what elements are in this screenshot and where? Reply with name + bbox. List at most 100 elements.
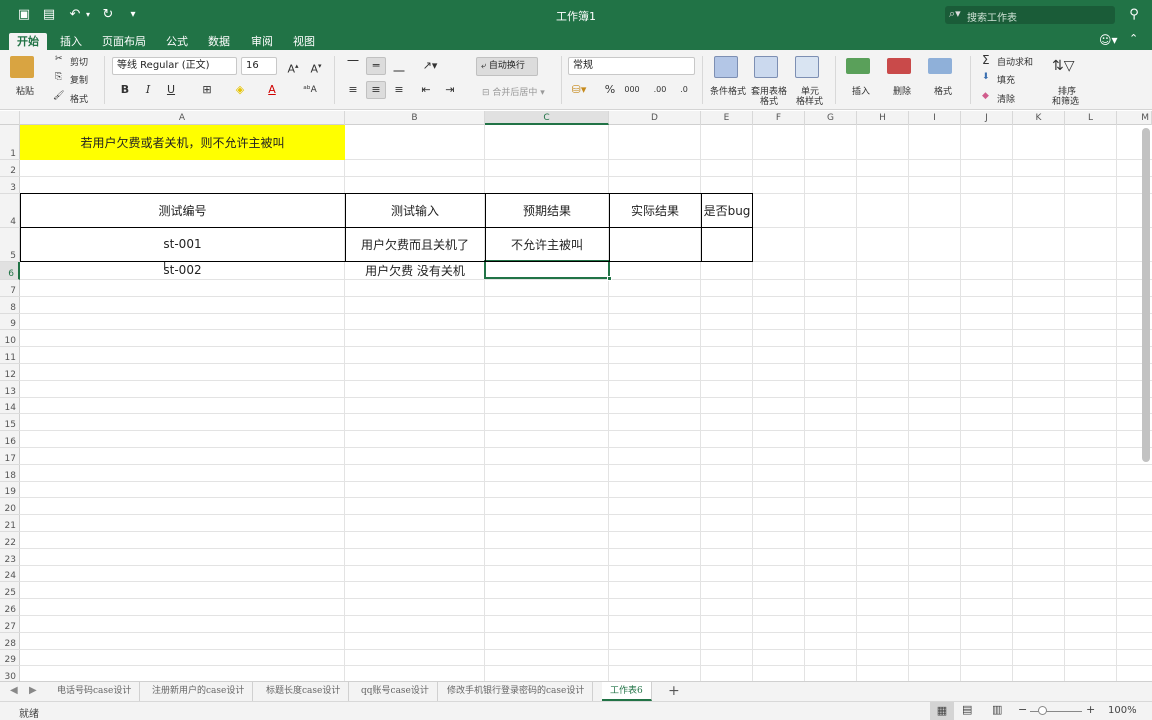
format-painter-icon[interactable]: 🖌 bbox=[53, 91, 64, 101]
collapse-ribbon-icon[interactable]: ⌃ bbox=[1129, 32, 1138, 45]
row-header[interactable]: 28 bbox=[0, 633, 20, 650]
accounting-format-icon[interactable]: ⛁▾ bbox=[569, 81, 589, 99]
row-header[interactable]: 23 bbox=[0, 549, 20, 566]
sort-label-2[interactable]: 和筛选 bbox=[1052, 94, 1079, 107]
italic-button[interactable]: I bbox=[138, 81, 158, 99]
column-header-l[interactable]: L bbox=[1065, 111, 1117, 125]
column-header-h[interactable]: H bbox=[857, 111, 909, 125]
cell-d4[interactable]: 实际结果 bbox=[609, 193, 701, 227]
row-header[interactable]: 7 bbox=[0, 280, 20, 297]
tab-formulas[interactable]: 公式 bbox=[166, 33, 188, 50]
decrease-indent-icon[interactable]: ⇤ bbox=[416, 81, 436, 99]
row-header[interactable]: 1 bbox=[0, 125, 20, 160]
share-user-icon[interactable]: ⚲ bbox=[1126, 7, 1142, 23]
cell-b4[interactable]: 测试输入 bbox=[345, 193, 485, 227]
row-header[interactable]: 6 bbox=[0, 262, 20, 280]
column-header-c[interactable]: C bbox=[485, 111, 609, 125]
tab-data[interactable]: 数据 bbox=[208, 33, 230, 50]
cell-a6[interactable]: st-002 bbox=[20, 261, 345, 279]
cell-b5[interactable]: 用户欠费而且关机了 bbox=[345, 227, 485, 261]
number-format-select[interactable]: 常规 bbox=[568, 57, 695, 75]
row-header[interactable]: 13 bbox=[0, 381, 20, 398]
font-color-icon[interactable]: A bbox=[262, 81, 282, 99]
column-header-a[interactable]: A bbox=[20, 111, 345, 125]
sidebar-toggle-icon[interactable]: ▣ bbox=[16, 7, 32, 23]
column-header-k[interactable]: K bbox=[1013, 111, 1065, 125]
row-header[interactable]: 20 bbox=[0, 498, 20, 516]
search-box[interactable]: ⌕▾ 搜索工作表 bbox=[945, 6, 1115, 24]
select-all-corner[interactable] bbox=[0, 111, 20, 125]
conditional-format-button[interactable]: 条件格式 bbox=[710, 84, 746, 97]
delete-cells-button[interactable]: 删除 bbox=[893, 84, 911, 97]
row-header[interactable]: 29 bbox=[0, 650, 20, 667]
increase-decimal-button[interactable]: .00 bbox=[650, 81, 670, 99]
orientation-icon[interactable]: ↗▾ bbox=[420, 57, 440, 75]
format-cells-button[interactable]: 格式 bbox=[934, 84, 952, 97]
percent-button[interactable]: % bbox=[600, 81, 620, 99]
cell-style-label-2[interactable]: 格样式 bbox=[796, 94, 823, 107]
tab-home[interactable]: 开始 bbox=[9, 33, 47, 50]
cell-b6[interactable]: 用户欠费 没有关机 bbox=[345, 261, 485, 279]
fill-color-icon[interactable]: ◈ bbox=[230, 81, 250, 99]
phonetic-icon[interactable]: ᵃᵇA bbox=[300, 81, 320, 99]
align-left-icon[interactable]: ≡ bbox=[343, 81, 363, 99]
row-header[interactable]: 14 bbox=[0, 398, 20, 415]
row-header[interactable]: 24 bbox=[0, 566, 20, 583]
row-header[interactable]: 15 bbox=[0, 414, 20, 432]
cell-c4[interactable]: 预期结果 bbox=[485, 193, 609, 227]
cell-a1[interactable]: 若用户欠费或者关机，则不允许主被叫 bbox=[20, 125, 345, 160]
cell-e4[interactable]: 是否bug bbox=[701, 193, 753, 227]
selected-cell-c6[interactable] bbox=[484, 260, 610, 279]
bold-button[interactable]: B bbox=[115, 81, 135, 99]
vertical-scrollbar[interactable] bbox=[1142, 128, 1150, 462]
column-header-j[interactable]: J bbox=[961, 111, 1013, 125]
row-header[interactable]: 9 bbox=[0, 314, 20, 331]
format-cells-icon[interactable] bbox=[928, 58, 952, 74]
thousands-button[interactable]: 000 bbox=[622, 81, 642, 99]
font-size-select[interactable]: 16 bbox=[241, 57, 277, 75]
autosum-button[interactable]: 自动求和 bbox=[997, 55, 1033, 68]
sheet-tab-2[interactable]: 注册新用户的case设计 bbox=[144, 682, 254, 701]
redo-icon[interactable]: ↻ bbox=[100, 7, 116, 23]
sheet-tab-5[interactable]: 修改手机银行登录密码的case设计 bbox=[439, 682, 594, 701]
column-header-d[interactable]: D bbox=[609, 111, 701, 125]
next-sheet-icon[interactable]: ▶ bbox=[29, 685, 37, 696]
clear-button[interactable]: 清除 bbox=[997, 92, 1015, 105]
column-header-m[interactable]: M bbox=[1117, 111, 1152, 125]
tab-insert[interactable]: 插入 bbox=[60, 33, 82, 50]
row-header[interactable]: 25 bbox=[0, 582, 20, 600]
row-header[interactable]: 3 bbox=[0, 177, 20, 194]
increase-indent-icon[interactable]: ⇥ bbox=[440, 81, 460, 99]
row-header[interactable]: 11 bbox=[0, 347, 20, 364]
row-header[interactable]: 27 bbox=[0, 616, 20, 633]
column-header-b[interactable]: B bbox=[345, 111, 485, 125]
align-bottom-icon[interactable]: ⎽ bbox=[389, 57, 409, 75]
row-header[interactable]: 26 bbox=[0, 599, 20, 616]
font-name-select[interactable]: 等线 Regular (正文) bbox=[112, 57, 237, 75]
zoom-slider-thumb[interactable] bbox=[1038, 706, 1047, 715]
row-header[interactable]: 19 bbox=[0, 482, 20, 499]
row-header[interactable]: 4 bbox=[0, 194, 20, 228]
tab-review[interactable]: 审阅 bbox=[251, 33, 273, 50]
sort-filter-icon[interactable]: ⇅▽ bbox=[1052, 58, 1075, 74]
align-middle-icon[interactable]: ═ bbox=[366, 57, 386, 75]
save-icon[interactable]: ▤ bbox=[41, 7, 57, 23]
add-sheet-icon[interactable]: + bbox=[668, 683, 680, 699]
row-header[interactable]: 17 bbox=[0, 448, 20, 465]
fill-icon[interactable]: ⬇ bbox=[982, 72, 990, 82]
copy-button[interactable]: 复制 bbox=[70, 73, 88, 86]
format-painter-button[interactable]: 格式 bbox=[70, 92, 88, 105]
sheet-tab-6[interactable]: 工作表6 bbox=[602, 682, 652, 701]
sheet-tab-4[interactable]: qq账号case设计 bbox=[353, 682, 438, 701]
align-top-icon[interactable]: ⎺ bbox=[343, 57, 363, 75]
wrap-text-button[interactable]: ⤶ 自动换行 bbox=[476, 57, 538, 76]
tab-page-layout[interactable]: 页面布局 bbox=[102, 33, 146, 50]
row-header[interactable]: 18 bbox=[0, 465, 20, 482]
row-header[interactable]: 2 bbox=[0, 160, 20, 177]
row-header[interactable]: 12 bbox=[0, 364, 20, 381]
cut-button[interactable]: 剪切 bbox=[70, 55, 88, 68]
zoom-in-icon[interactable]: + bbox=[1086, 703, 1095, 716]
row-header[interactable]: 10 bbox=[0, 330, 20, 348]
delete-cells-icon[interactable] bbox=[887, 58, 911, 74]
fill-handle[interactable] bbox=[607, 276, 612, 281]
